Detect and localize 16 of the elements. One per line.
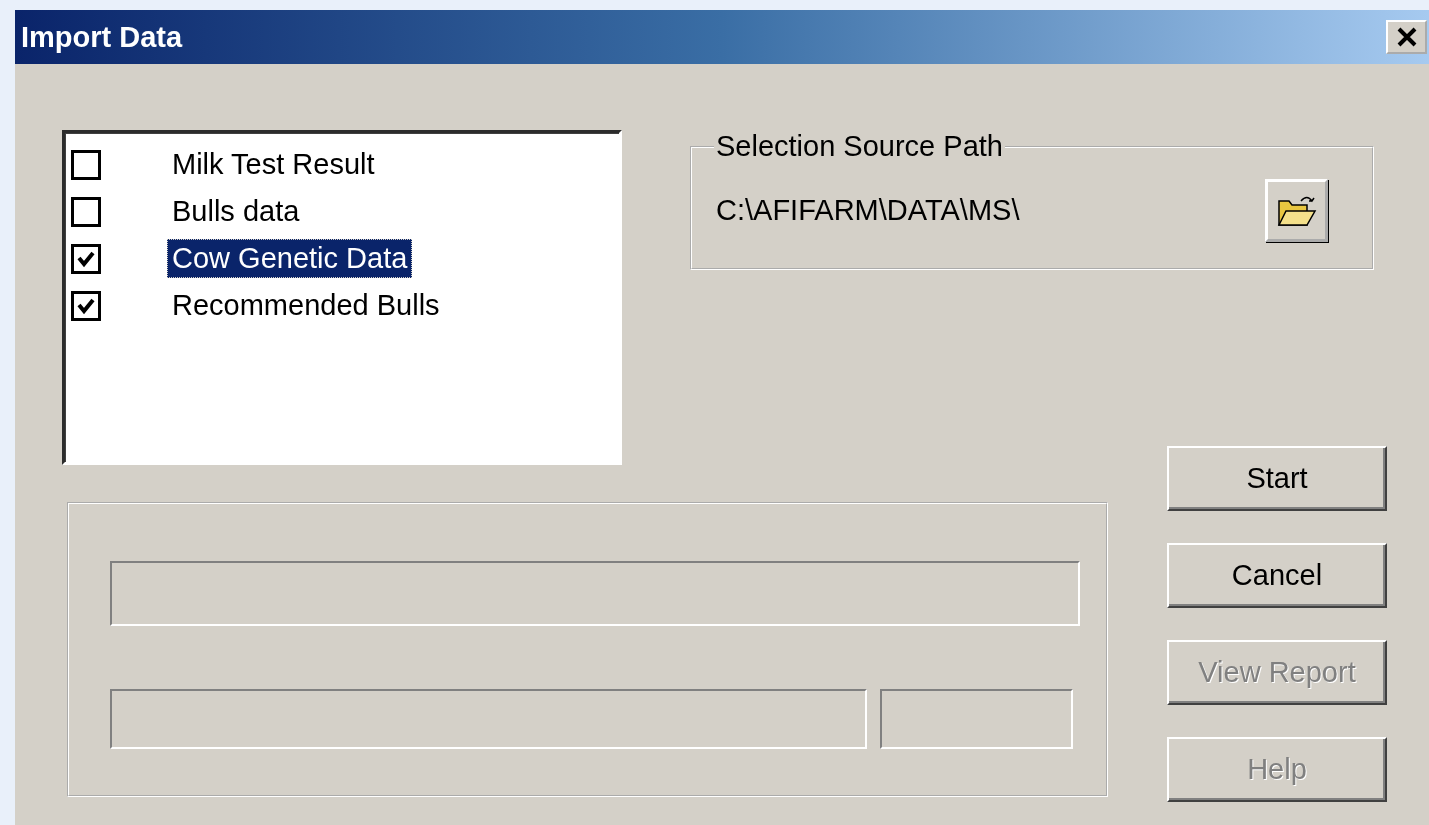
close-button[interactable] (1386, 20, 1427, 54)
checkbox[interactable] (71, 149, 101, 180)
list-item[interactable]: Cow Genetic Data (167, 239, 413, 278)
checkbox[interactable] (71, 196, 101, 227)
group-label: Selection Source Path (715, 130, 1004, 163)
checkbox[interactable] (71, 243, 101, 274)
close-icon (1395, 27, 1418, 47)
source-path: C:\AFIFARM\DATA\MS\ (716, 194, 1020, 227)
dialog-button[interactable]: Start (1167, 446, 1387, 511)
dialog-button[interactable]: Cancel (1167, 543, 1387, 608)
list-item[interactable]: Bulls data (167, 192, 305, 231)
list-item[interactable]: Recommended Bulls (167, 286, 445, 325)
checkbox[interactable] (71, 290, 101, 321)
browse-folder-button[interactable] (1265, 179, 1328, 242)
list-item[interactable]: Milk Test Result (167, 145, 380, 184)
window-title: Import Data (21, 20, 183, 54)
